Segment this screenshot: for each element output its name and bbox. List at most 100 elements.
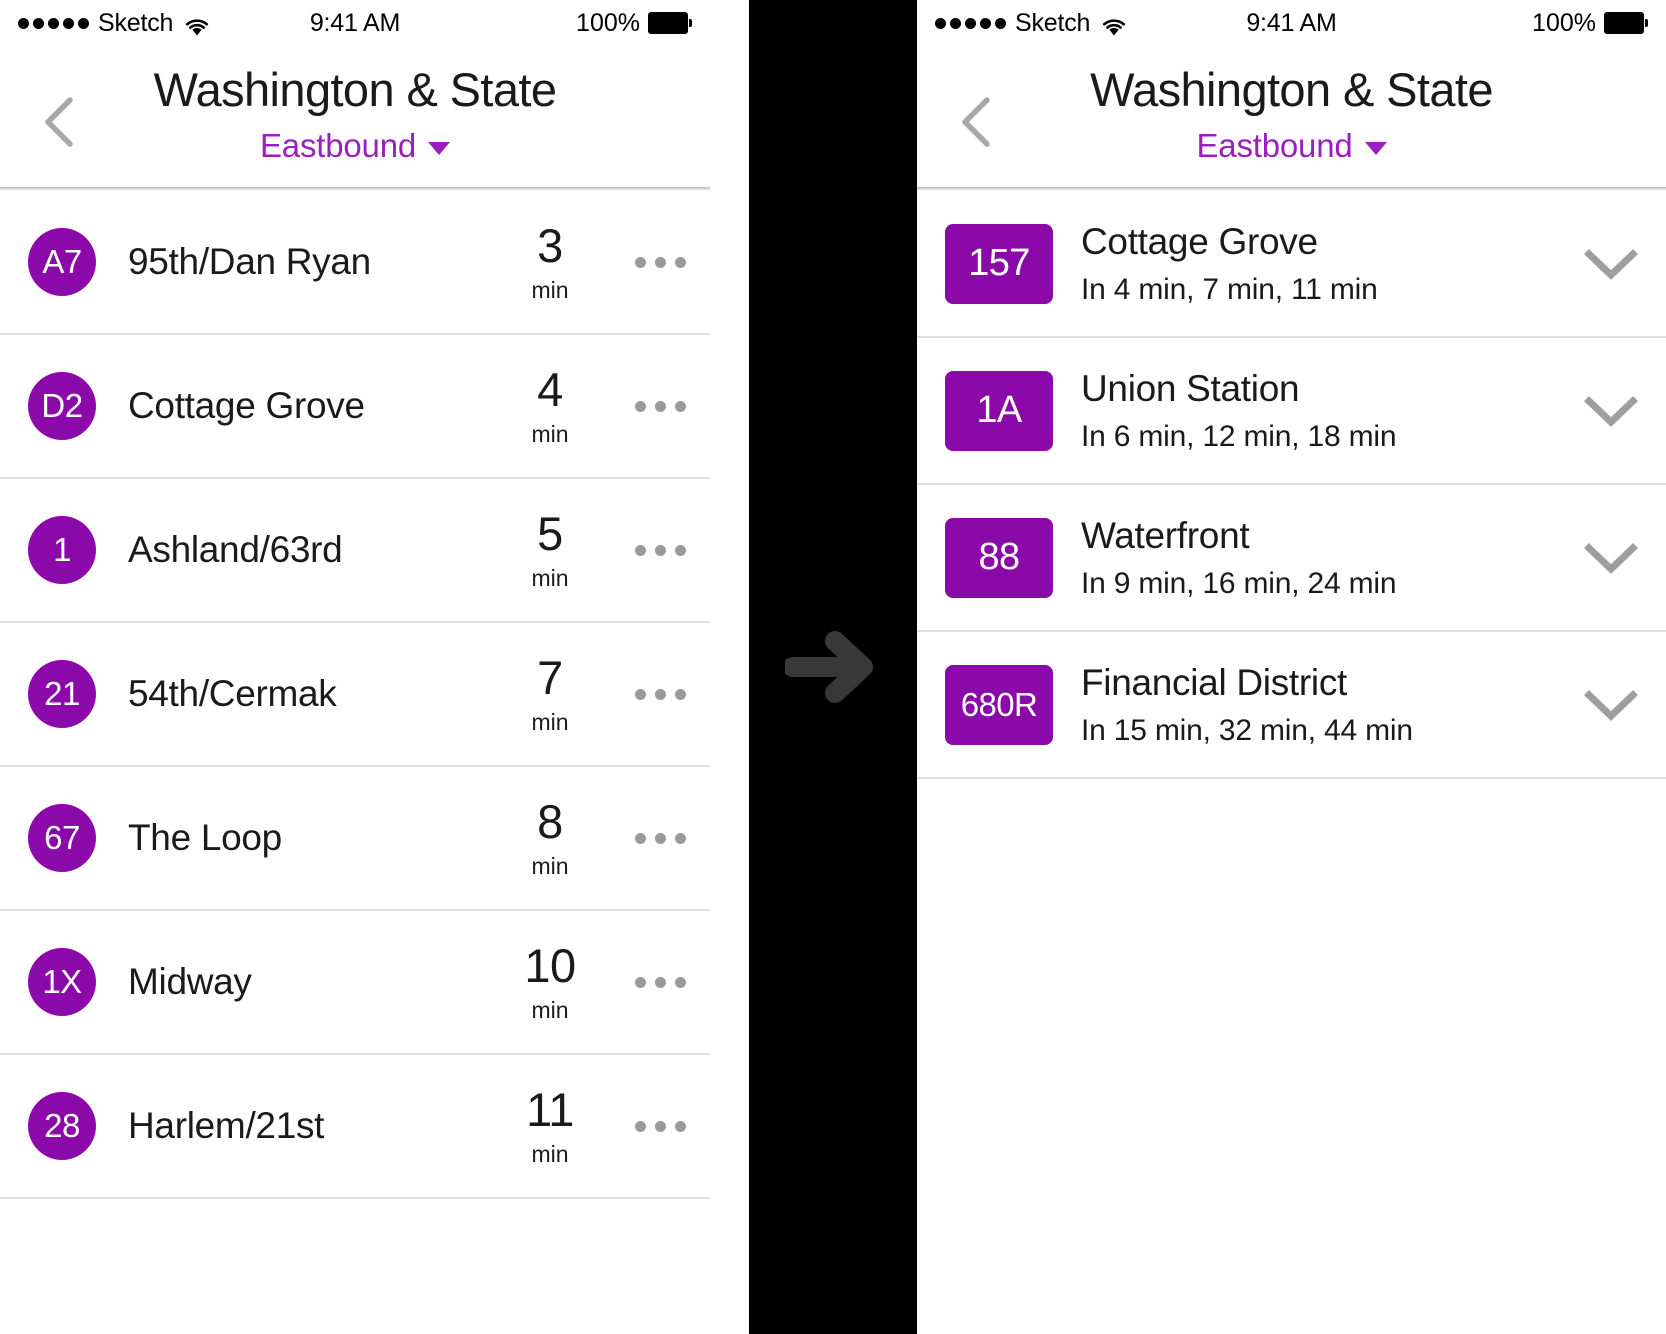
route-badge: 1A — [945, 370, 1053, 451]
back-button[interactable] — [957, 94, 997, 150]
direction-selector[interactable]: Eastbound — [0, 127, 710, 165]
nav-bar-right: Washington & State Eastbound — [917, 46, 1666, 188]
route-badge: 1X — [28, 948, 96, 1017]
destination-label: Ashland/63rd — [128, 529, 343, 571]
ellipsis-icon[interactable] — [610, 832, 710, 844]
back-button[interactable] — [40, 94, 80, 150]
eta-block: 5 min — [490, 510, 610, 590]
page-title: Washington & State — [153, 63, 557, 116]
arrival-times-label: In 15 min, 32 min, 44 min — [1081, 714, 1413, 748]
chevron-down-icon[interactable] — [1556, 394, 1666, 428]
ellipsis-icon[interactable] — [610, 544, 710, 556]
eta-value: 11 — [526, 1083, 574, 1137]
wifi-icon — [184, 13, 210, 36]
table-row[interactable]: 88 Waterfront In 9 min, 16 min, 24 min — [917, 485, 1666, 633]
eta-block: 3 min — [490, 222, 610, 302]
eta-value: 4 — [537, 363, 563, 417]
eta-unit: min — [531, 853, 569, 880]
status-bar-right-group: 100% — [1532, 9, 1648, 38]
eta-value: 8 — [537, 795, 563, 849]
arrival-times-label: In 4 min, 7 min, 11 min — [1081, 273, 1378, 307]
row-texts: Cottage Grove In 4 min, 7 min, 11 min — [1081, 220, 1556, 307]
destination-label: Financial District — [1081, 661, 1347, 703]
table-row[interactable]: 21 54th/Cermak 7 min — [0, 623, 710, 768]
eta-block: 10 min — [490, 942, 610, 1022]
eta-unit: min — [531, 277, 569, 304]
direction-label: Eastbound — [260, 127, 416, 165]
row-texts: Waterfront In 9 min, 16 min, 24 min — [1081, 514, 1556, 601]
route-badge: 1 — [28, 516, 96, 585]
eta-block: 8 min — [490, 798, 610, 878]
ellipsis-icon[interactable] — [610, 400, 710, 412]
destination-label: Cottage Grove — [1081, 220, 1318, 262]
route-badge: 28 — [28, 1092, 96, 1161]
eta-value: 7 — [537, 651, 563, 705]
left-phone-screen: Sketch 9:41 AM 100% Washington & State E… — [0, 0, 710, 1334]
departures-list-right: 157 Cottage Grove In 4 min, 7 min, 11 mi… — [917, 191, 1666, 780]
direction-selector[interactable]: Eastbound — [917, 127, 1666, 165]
destination-label: Harlem/21st — [128, 1105, 325, 1147]
caret-down-icon — [1364, 141, 1387, 155]
chevron-down-icon[interactable] — [1556, 688, 1666, 722]
page-title: Washington & State — [1090, 63, 1493, 116]
status-bar-right-group: 100% — [576, 9, 692, 38]
route-badge: 680R — [945, 664, 1053, 745]
eta-value: 5 — [537, 507, 563, 561]
destination-label: 95th/Dan Ryan — [128, 241, 371, 283]
destination-label: Cottage Grove — [128, 385, 365, 427]
ellipsis-icon[interactable] — [610, 688, 710, 700]
route-badge: D2 — [28, 372, 96, 441]
table-row[interactable]: 67 The Loop 8 min — [0, 767, 710, 912]
route-badge: 67 — [28, 804, 96, 873]
battery-percent-label: 100% — [576, 8, 640, 37]
direction-label: Eastbound — [1196, 127, 1353, 165]
arrival-times-label: In 9 min, 16 min, 24 min — [1081, 567, 1397, 601]
eta-block: 11 min — [490, 1086, 610, 1166]
row-texts: Union Station In 6 min, 12 min, 18 min — [1081, 367, 1556, 454]
wifi-icon — [1101, 13, 1127, 36]
table-row[interactable]: 1X Midway 10 min — [0, 911, 710, 1056]
table-row[interactable]: D2 Cottage Grove 4 min — [0, 335, 710, 480]
table-row[interactable]: 680R Financial District In 15 min, 32 mi… — [917, 632, 1666, 780]
signal-strength-icon — [18, 17, 89, 29]
transition-arrow-divider — [749, 0, 917, 1334]
carrier-label: Sketch — [98, 8, 174, 37]
chevron-down-icon[interactable] — [1556, 541, 1666, 575]
ellipsis-icon[interactable] — [610, 1120, 710, 1132]
destination-label: Midway — [128, 961, 252, 1003]
caret-down-icon — [428, 141, 450, 155]
eta-value: 10 — [524, 939, 576, 993]
eta-value: 3 — [537, 219, 563, 273]
arrival-times-label: In 6 min, 12 min, 18 min — [1081, 420, 1397, 454]
eta-unit: min — [531, 565, 569, 592]
right-phone-screen: Sketch 9:41 AM 100% Washington & State E… — [917, 0, 1666, 1334]
status-bar-left-group: Sketch — [935, 9, 1127, 38]
battery-full-icon — [648, 12, 692, 34]
arrow-right-icon — [783, 619, 881, 715]
destination-label: 54th/Cermak — [128, 673, 337, 715]
table-row[interactable]: 28 Harlem/21st 11 min — [0, 1055, 710, 1200]
table-row[interactable]: 157 Cottage Grove In 4 min, 7 min, 11 mi… — [917, 191, 1666, 339]
signal-strength-icon — [935, 17, 1006, 29]
route-badge: 21 — [28, 660, 96, 729]
destination-label: Union Station — [1081, 367, 1300, 409]
status-bar-right: Sketch 9:41 AM 100% — [917, 0, 1666, 46]
destination-label: Waterfront — [1081, 514, 1250, 556]
eta-unit: min — [531, 709, 569, 736]
eta-unit: min — [531, 997, 569, 1024]
ellipsis-icon[interactable] — [610, 976, 710, 988]
route-badge: 157 — [945, 223, 1053, 304]
nav-bar-left: Washington & State Eastbound — [0, 46, 710, 188]
table-row[interactable]: A7 95th/Dan Ryan 3 min — [0, 191, 710, 336]
eta-unit: min — [531, 1141, 569, 1168]
eta-block: 7 min — [490, 654, 610, 734]
destination-label: The Loop — [128, 817, 282, 859]
departures-list-left: A7 95th/Dan Ryan 3 min D2 Cottage Grove … — [0, 191, 710, 1200]
table-row[interactable]: 1A Union Station In 6 min, 12 min, 18 mi… — [917, 338, 1666, 486]
screenshot-stage: Sketch 9:41 AM 100% Washington & State E… — [0, 0, 1666, 1334]
chevron-down-icon[interactable] — [1556, 247, 1666, 281]
route-badge: A7 — [28, 228, 96, 297]
ellipsis-icon[interactable] — [610, 256, 710, 268]
table-row[interactable]: 1 Ashland/63rd 5 min — [0, 479, 710, 624]
eta-block: 4 min — [490, 366, 610, 446]
